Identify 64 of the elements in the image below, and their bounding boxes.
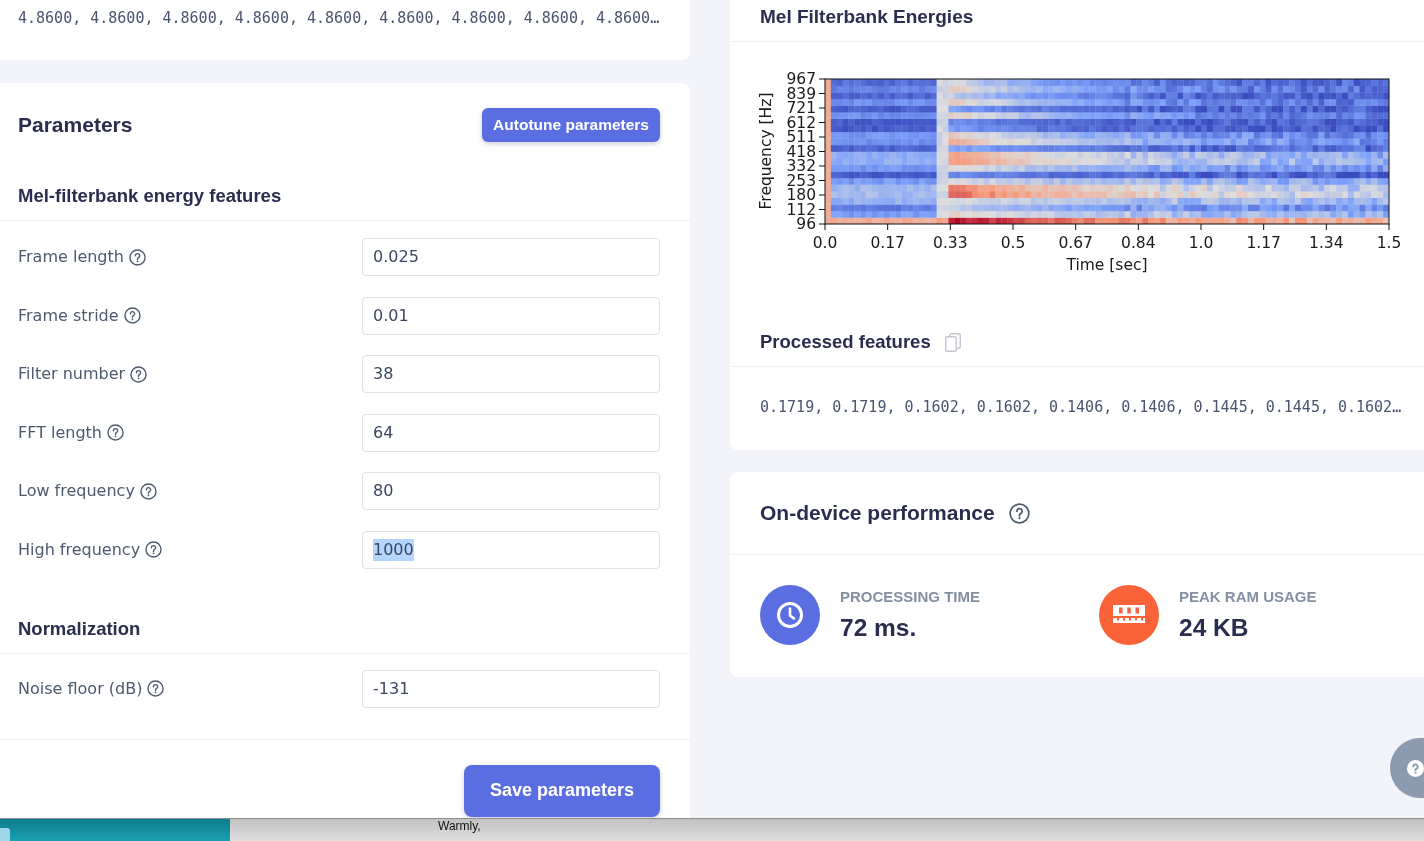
features-values: 4.8600, 4.8600, 4.8600, 4.8600, 4.8600, 4.8600, 4.8600, 4.8600, 4.8600…: [18, 8, 660, 28]
help-icon[interactable]: [145, 541, 163, 559]
email-text: Warmly,: [438, 819, 481, 833]
field-label: Noise floor (dB): [18, 678, 143, 699]
y-axis-title: Frequency [Hz]: [757, 92, 775, 210]
field-label: Low frequency: [18, 481, 135, 502]
axis-tick-label: 1.34: [1309, 234, 1344, 252]
axis-tick-label: 0.33: [933, 234, 968, 252]
input-field[interactable]: -131: [362, 669, 660, 708]
axis-tick-label: 0.17: [870, 234, 905, 252]
input-field[interactable]: 64: [362, 413, 660, 452]
help-icon[interactable]: [123, 307, 141, 325]
autotune-button[interactable]: Autotune parameters: [482, 108, 660, 142]
input-field[interactable]: 0.025: [362, 238, 660, 276]
input-field[interactable]: 38: [362, 355, 660, 394]
processed-features-values: 0.1719, 0.1719, 0.1602, 0.1602, 0.1406, 0.1406, 0.1445, 0.1445, 0.1602…: [760, 397, 1402, 417]
axis-tick-label: 96: [796, 215, 816, 233]
axis-tick-label: 967: [786, 70, 816, 88]
field-value: 0.01: [373, 304, 409, 327]
field-label: Filter number: [18, 364, 126, 385]
field-value: 38: [373, 363, 394, 386]
help-icon[interactable]: [139, 482, 157, 500]
field-value: 64: [373, 421, 394, 444]
chart-title: Mel Filterbank Energies: [760, 5, 974, 29]
metric-value: 72 ms.: [840, 613, 917, 643]
field-value: 80: [373, 480, 394, 503]
axis-tick-label: 0.5: [1000, 234, 1026, 252]
field-value: 0.025: [373, 246, 419, 268]
axis-tick-label: 1.17: [1246, 234, 1281, 252]
input-field[interactable]: 1000: [362, 530, 660, 569]
axis-tick-label: 1.5: [1376, 234, 1402, 252]
x-axis-title: Time [sec]: [1066, 256, 1148, 274]
processed-features-title: Processed features: [760, 330, 931, 354]
help-icon[interactable]: [128, 248, 146, 266]
help-icon[interactable]: [130, 365, 148, 383]
field-label: FFT length: [18, 422, 102, 443]
axis-tick-label: 332: [786, 157, 816, 175]
axis-tick-label: 0.0: [812, 234, 838, 252]
field-label: Frame stride: [18, 305, 119, 326]
field-label: Frame length: [18, 247, 124, 267]
metric-label: PROCESSING TIME: [840, 588, 981, 606]
metric-label: PEAK RAM USAGE: [1179, 588, 1317, 606]
axis-tick-label: 721: [786, 99, 816, 117]
tile-icon: [0, 828, 10, 841]
input-field[interactable]: 80: [362, 472, 660, 511]
axis-tick-label: 0.84: [1121, 234, 1156, 252]
question-icon: [1407, 759, 1424, 777]
help-icon[interactable]: [1008, 502, 1030, 524]
input-field[interactable]: 0.01: [362, 296, 660, 335]
field-value: -131: [373, 677, 410, 700]
metric-value: 24 KB: [1179, 613, 1249, 643]
axis-tick-label: 180: [786, 186, 816, 204]
help-icon[interactable]: [107, 424, 124, 442]
axis-tick-label: 1.0: [1188, 234, 1214, 252]
field-value: 1000: [373, 538, 414, 561]
axis-tick-label: 0.67: [1058, 234, 1093, 252]
performance-title: On-device performance: [760, 501, 995, 525]
save-button[interactable]: Save parameters: [463, 764, 660, 817]
section-title: Normalization: [18, 616, 141, 641]
field-label: High frequency: [18, 539, 141, 560]
section-title: Mel-filterbank energy features: [18, 184, 282, 208]
help-icon[interactable]: [147, 680, 165, 698]
parameters-title: Parameters: [18, 113, 133, 137]
axis-tick-label: 511: [786, 128, 816, 146]
